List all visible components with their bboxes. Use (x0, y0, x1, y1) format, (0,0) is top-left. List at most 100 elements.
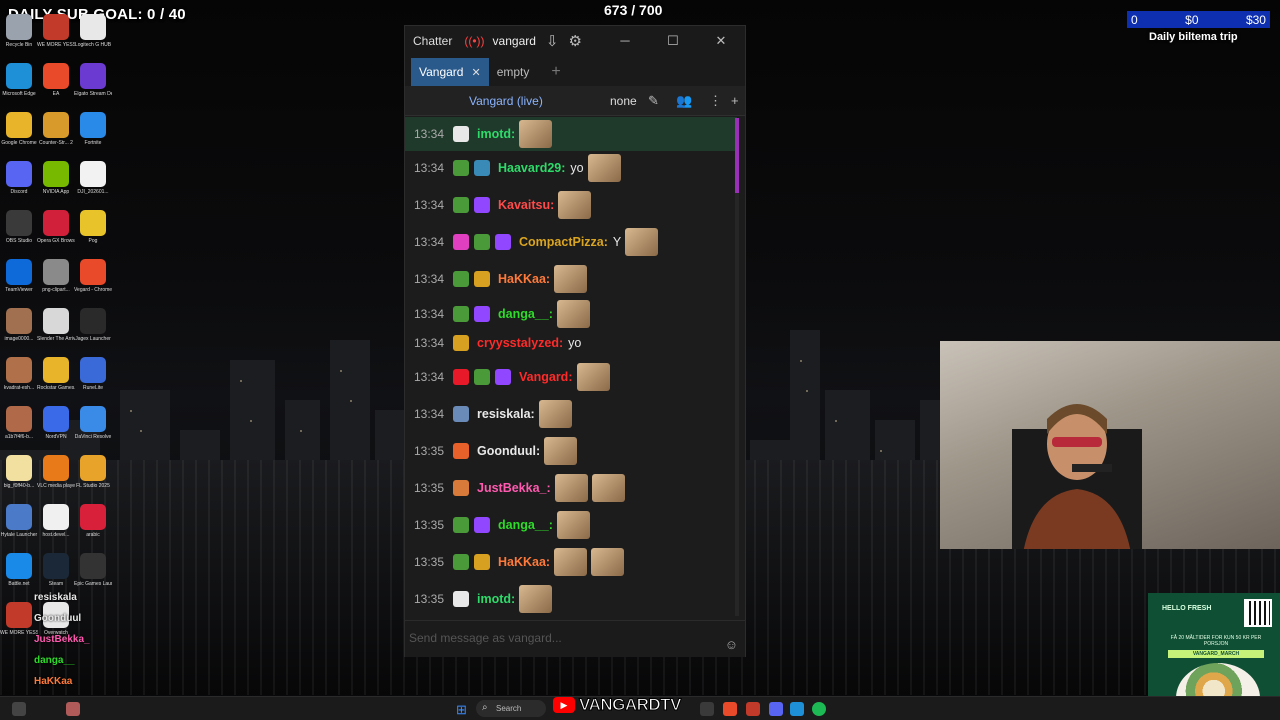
desktop-shortcut[interactable]: NVIDIA App (37, 161, 75, 195)
user-badge-icon[interactable] (453, 443, 469, 459)
chat-username[interactable]: HaKKaa: (498, 272, 550, 286)
taskbar-app-icon[interactable] (769, 702, 783, 716)
desktop-shortcut[interactable]: kvadrat-esh... (0, 357, 38, 391)
desktop-shortcut[interactable]: EA (37, 63, 75, 97)
tab-empty[interactable]: empty (489, 58, 538, 86)
desktop-shortcut[interactable]: Rockstar Games... (37, 357, 75, 391)
taskbar-app-icon[interactable] (700, 702, 714, 716)
chat-emote-image[interactable] (625, 228, 659, 256)
user-badge-icon[interactable] (453, 160, 469, 176)
chat-emote-image[interactable] (554, 474, 588, 502)
chat-emote-image[interactable] (591, 548, 625, 576)
user-badge-icon[interactable] (453, 517, 469, 533)
user-badge-icon[interactable] (453, 591, 469, 607)
user-badge-icon[interactable] (474, 234, 490, 250)
minimize-button[interactable]: ─ (601, 33, 649, 49)
desktop-shortcut[interactable]: Battle.net (0, 553, 38, 587)
chat-username[interactable]: CompactPizza: (519, 235, 608, 249)
desktop-shortcut[interactable]: TeamViewer (0, 259, 38, 293)
taskbar-app-icon[interactable] (790, 702, 804, 716)
user-badge-icon[interactable] (453, 197, 469, 213)
chat-message[interactable]: 13:34 Vangard: (405, 360, 737, 394)
pencil-icon[interactable]: ✎ (648, 93, 659, 109)
settings-gear-icon[interactable]: ⚙ (569, 32, 582, 50)
user-badge-icon[interactable] (453, 234, 469, 250)
chat-message[interactable]: 13:34 Kavaitsu: (405, 188, 737, 222)
desktop-shortcut[interactable]: WE MORE YESSSSSS (0, 602, 38, 636)
download-icon[interactable]: ⇩ (546, 32, 559, 50)
chat-emote-image[interactable] (556, 511, 590, 539)
chat-emote-image[interactable] (544, 437, 578, 465)
chat-message[interactable]: 13:35 imotd: (405, 582, 737, 616)
desktop-shortcut[interactable]: Logitech G HUB (74, 14, 112, 48)
chat-scrollbar[interactable] (735, 118, 739, 616)
tab-vangard[interactable]: Vangard ✕ (411, 58, 489, 86)
desktop-shortcut[interactable]: DJI_202601... (74, 161, 112, 195)
chat-username[interactable]: imotd: (477, 127, 515, 141)
message-input[interactable] (409, 631, 709, 645)
desktop-shortcut[interactable]: Recycle Bin (0, 14, 38, 48)
spotify-icon[interactable] (812, 702, 826, 716)
chat-message[interactable]: 13:35 danga__: (405, 508, 737, 542)
desktop-shortcut[interactable]: arabic (74, 504, 112, 538)
desktop-shortcut[interactable]: Epic Games Launcher (74, 553, 112, 587)
user-badge-icon[interactable] (453, 369, 469, 385)
user-badge-icon[interactable] (453, 335, 469, 351)
taskbar-search[interactable]: ⌕ Search (476, 700, 546, 717)
desktop-shortcut[interactable]: Slender The Arrival (37, 308, 75, 342)
user-badge-icon[interactable] (474, 517, 490, 533)
taskbar-app-icon[interactable] (12, 702, 26, 716)
desktop-shortcut[interactable]: OBS Studio (0, 210, 38, 244)
title-bar[interactable]: Chatter ((•)) vangard ⇩ ⚙ ─ ☐ ✕ (405, 26, 745, 56)
taskbar-app-icon[interactable] (66, 702, 80, 716)
chat-message[interactable]: 13:34 CompactPizza: Y (405, 225, 737, 259)
chat-emote-image[interactable] (587, 154, 621, 182)
user-badge-icon[interactable] (453, 306, 469, 322)
close-tab-icon[interactable]: ✕ (471, 66, 480, 79)
desktop-shortcut[interactable]: a1b7f4f6-b... (0, 406, 38, 440)
desktop-shortcut[interactable]: WE MORE YESSSSSS (37, 14, 75, 48)
chat-message[interactable]: 13:34 imotd: (405, 117, 737, 151)
desktop-shortcut[interactable]: Fortnite (74, 112, 112, 146)
chat-username[interactable]: danga__: (498, 518, 553, 532)
maximize-button[interactable]: ☐ (649, 33, 697, 49)
desktop-shortcut[interactable]: VLC media player (37, 455, 75, 489)
chat-username[interactable]: imotd: (477, 592, 515, 606)
chat-username[interactable]: Haavard29: (498, 161, 565, 175)
desktop-shortcut[interactable]: Discord (0, 161, 38, 195)
close-button[interactable]: ✕ (697, 33, 745, 49)
desktop-shortcut[interactable]: Hytale Launcher (0, 504, 38, 538)
chat-message[interactable]: 13:34 Haavard29: yo (405, 151, 737, 185)
windows-start-icon[interactable]: ⊞ (456, 702, 470, 717)
desktop-shortcut[interactable]: RuneLite (74, 357, 112, 391)
chat-emote-image[interactable] (556, 300, 590, 328)
chat-username[interactable]: HaKKaa: (498, 555, 550, 569)
desktop-shortcut[interactable]: Opera GX Browser (37, 210, 75, 244)
user-badge-icon[interactable] (474, 306, 490, 322)
user-badge-icon[interactable] (474, 554, 490, 570)
chat-emote-image[interactable] (558, 191, 592, 219)
user-badge-icon[interactable] (474, 160, 490, 176)
desktop-shortcut[interactable]: Vegard - Chrome (74, 259, 112, 293)
chat-username[interactable]: resiskala: (477, 407, 535, 421)
user-badge-icon[interactable] (474, 369, 490, 385)
chat-message[interactable]: 13:35 JustBekka_: (405, 471, 737, 505)
chat-username[interactable]: Goonduul: (477, 444, 540, 458)
chat-emote-image[interactable] (554, 265, 588, 293)
user-badge-icon[interactable] (453, 126, 469, 142)
add-tab-icon[interactable]: + (551, 58, 560, 86)
desktop-shortcut[interactable]: big_f0ff40-b... (0, 455, 38, 489)
user-badge-icon[interactable] (453, 271, 469, 287)
chat-message[interactable]: 13:34 HaKKaa: (405, 262, 737, 296)
chat-username[interactable]: cryysstalyzed: (477, 336, 563, 350)
user-list-icon[interactable]: 👥 (676, 93, 692, 109)
chat-message[interactable]: 13:35 Goonduul: (405, 434, 737, 468)
scrollbar-thumb[interactable] (735, 118, 739, 193)
user-badge-icon[interactable] (495, 369, 511, 385)
emoji-picker-icon[interactable]: ☺ (725, 637, 738, 652)
desktop-shortcut[interactable]: Steam (37, 553, 75, 587)
user-badge-icon[interactable] (453, 406, 469, 422)
desktop-shortcut[interactable]: NordVPN (37, 406, 75, 440)
chat-username[interactable]: Kavaitsu: (498, 198, 554, 212)
desktop-shortcut[interactable]: Elgato Stream Deck (74, 63, 112, 97)
